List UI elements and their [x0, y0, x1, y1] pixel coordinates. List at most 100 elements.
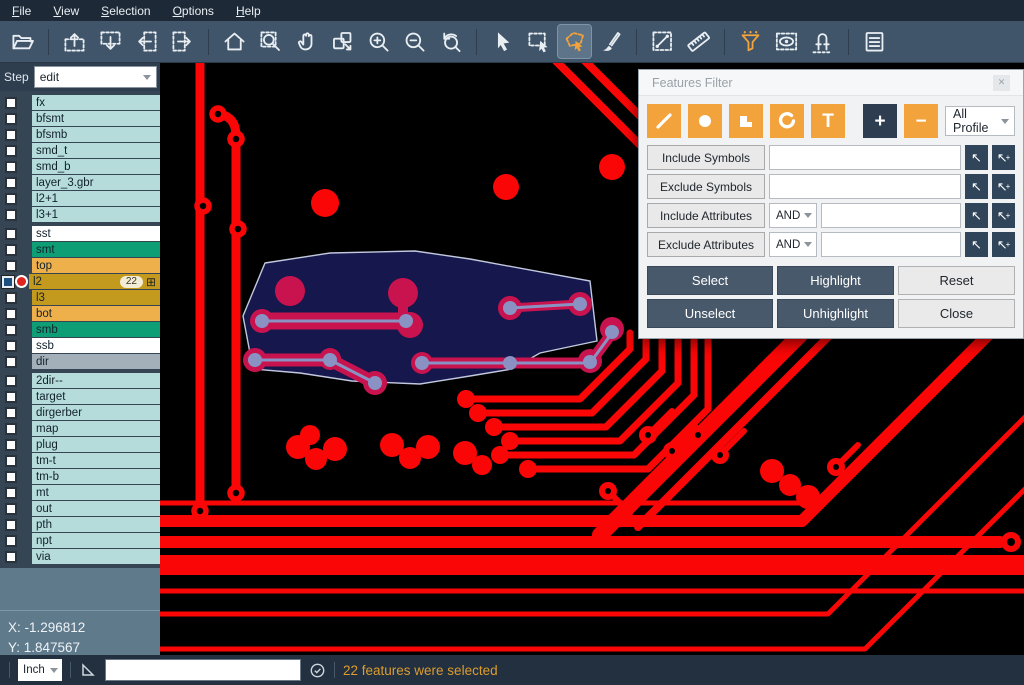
layer-checkbox[interactable] — [5, 439, 17, 451]
layer-checkbox[interactable] — [5, 97, 17, 109]
layer-row-l2+1[interactable]: l2+1 — [0, 191, 160, 206]
layer-row-via[interactable]: via — [0, 549, 160, 564]
close-button[interactable]: Close — [898, 299, 1015, 328]
add-filter-button[interactable]: + — [863, 104, 897, 138]
layer-checkbox[interactable] — [5, 228, 17, 240]
exclude-symbols-pick-button[interactable]: ↖ — [965, 174, 988, 199]
layer-checkbox[interactable] — [5, 519, 17, 531]
tool-home[interactable] — [218, 25, 251, 58]
layer-row-tm-b[interactable]: tm-b — [0, 469, 160, 484]
tool-measure-line[interactable] — [646, 25, 679, 58]
reset-button[interactable]: Reset — [898, 266, 1015, 295]
layer-checkbox[interactable] — [2, 276, 14, 288]
layer-checkbox[interactable] — [5, 260, 17, 272]
layer-checkbox[interactable] — [5, 455, 17, 467]
layer-checkbox[interactable] — [5, 356, 17, 368]
select-button[interactable]: Select — [647, 266, 773, 295]
layer-row-tm-t[interactable]: tm-t — [0, 453, 160, 468]
tool-shift-right[interactable] — [166, 25, 199, 58]
layer-checkbox[interactable] — [5, 551, 17, 563]
layer-checkbox[interactable] — [5, 129, 17, 141]
layer-checkbox[interactable] — [5, 113, 17, 125]
unselect-button[interactable]: Unselect — [647, 299, 773, 328]
tool-features-filter[interactable] — [734, 25, 767, 58]
layer-checkbox[interactable] — [5, 471, 17, 483]
sync-check-icon[interactable] — [309, 662, 326, 679]
include-symbols-pick-button[interactable]: ↖ — [965, 145, 988, 170]
units-select[interactable]: Inch — [18, 659, 62, 681]
tool-shift-down[interactable] — [94, 25, 127, 58]
layer-row-l3+1[interactable]: l3+1 — [0, 207, 160, 222]
layer-row-smd_b[interactable]: smd_b — [0, 159, 160, 174]
layer-checkbox[interactable] — [5, 308, 17, 320]
layer-checkbox[interactable] — [5, 145, 17, 157]
corner-origin-icon[interactable] — [79, 661, 97, 679]
layer-row-target[interactable]: target — [0, 389, 160, 404]
tool-zoom-area[interactable] — [254, 25, 287, 58]
layer-checkbox[interactable] — [5, 209, 17, 221]
tool-snap-mode[interactable] — [806, 25, 839, 58]
layer-checkbox[interactable] — [5, 292, 17, 304]
pcb-canvas[interactable]: Features Filter ✕ — [160, 63, 1024, 655]
exclude-attributes-operator-select[interactable]: AND — [769, 232, 817, 257]
layer-row-map[interactable]: map — [0, 421, 160, 436]
layer-row-plug[interactable]: plug — [0, 437, 160, 452]
layer-row-npt[interactable]: npt — [0, 533, 160, 548]
layer-row-l3[interactable]: l3 — [0, 290, 160, 305]
exclude-symbols-pick-add-button[interactable]: ↖+ — [992, 174, 1015, 199]
layer-row-fx[interactable]: fx — [0, 95, 160, 110]
layer-checkbox[interactable] — [5, 503, 17, 515]
layer-row-top[interactable]: top — [0, 258, 160, 273]
tool-pan-hand[interactable] — [290, 25, 323, 58]
profile-select[interactable]: All Profile — [945, 106, 1015, 136]
feature-type-pad-button[interactable] — [688, 104, 722, 138]
step-select[interactable]: edit — [34, 66, 157, 88]
unhighlight-button[interactable]: Unhighlight — [777, 299, 894, 328]
menu-help[interactable]: Help — [236, 4, 261, 18]
remove-filter-button[interactable]: − — [904, 104, 938, 138]
layer-checkbox[interactable] — [5, 244, 17, 256]
include-attributes-operator-select[interactable]: AND — [769, 203, 817, 228]
tool-select-rect[interactable] — [522, 25, 555, 58]
tool-zoom-out[interactable] — [398, 25, 431, 58]
tool-select-pointer[interactable] — [486, 25, 519, 58]
grid-icon[interactable]: ⊞ — [146, 276, 156, 288]
layer-checkbox[interactable] — [5, 391, 17, 403]
menu-file[interactable]: File — [12, 4, 31, 18]
layer-checkbox[interactable] — [5, 487, 17, 499]
feature-type-surface-button[interactable] — [729, 104, 763, 138]
tool-display-visibility[interactable] — [770, 25, 803, 58]
tool-clear-brush[interactable] — [594, 25, 627, 58]
exclude-attributes-pick-button[interactable]: ↖ — [965, 232, 988, 257]
menu-selection[interactable]: Selection — [101, 4, 150, 18]
layer-checkbox[interactable] — [5, 535, 17, 547]
command-input[interactable] — [105, 659, 301, 681]
layer-row-smt[interactable]: smt — [0, 242, 160, 257]
layer-row-sst[interactable]: sst — [0, 226, 160, 241]
exclude-attributes-button[interactable]: Exclude Attributes — [647, 232, 765, 257]
exclude-attributes-pick-add-button[interactable]: ↖+ — [992, 232, 1015, 257]
layer-row-smd_t[interactable]: smd_t — [0, 143, 160, 158]
exclude-attributes-input[interactable] — [821, 232, 961, 257]
layer-checkbox[interactable] — [5, 324, 17, 336]
tool-select-polygon[interactable] — [558, 25, 591, 58]
layer-checkbox[interactable] — [5, 340, 17, 352]
layer-row-layer_3.gbr[interactable]: layer_3.gbr — [0, 175, 160, 190]
menu-view[interactable]: View — [53, 4, 79, 18]
dialog-title-bar[interactable]: Features Filter ✕ — [639, 70, 1023, 96]
layer-row-ssb[interactable]: ssb — [0, 338, 160, 353]
layer-checkbox[interactable] — [5, 375, 17, 387]
layer-row-bfsmb[interactable]: bfsmb — [0, 127, 160, 142]
layer-row-pth[interactable]: pth — [0, 517, 160, 532]
layer-row-dirgerber[interactable]: dirgerber — [0, 405, 160, 420]
feature-type-line-button[interactable] — [647, 104, 681, 138]
layer-checkbox[interactable] — [5, 407, 17, 419]
tool-zoom-window[interactable] — [326, 25, 359, 58]
layer-row-bot[interactable]: bot — [0, 306, 160, 321]
layer-row-out[interactable]: out — [0, 501, 160, 516]
tool-zoom-in[interactable] — [362, 25, 395, 58]
layer-row-bfsmt[interactable]: bfsmt — [0, 111, 160, 126]
include-attributes-pick-button[interactable]: ↖ — [965, 203, 988, 228]
tool-shift-up[interactable] — [58, 25, 91, 58]
include-attributes-input[interactable] — [821, 203, 961, 228]
